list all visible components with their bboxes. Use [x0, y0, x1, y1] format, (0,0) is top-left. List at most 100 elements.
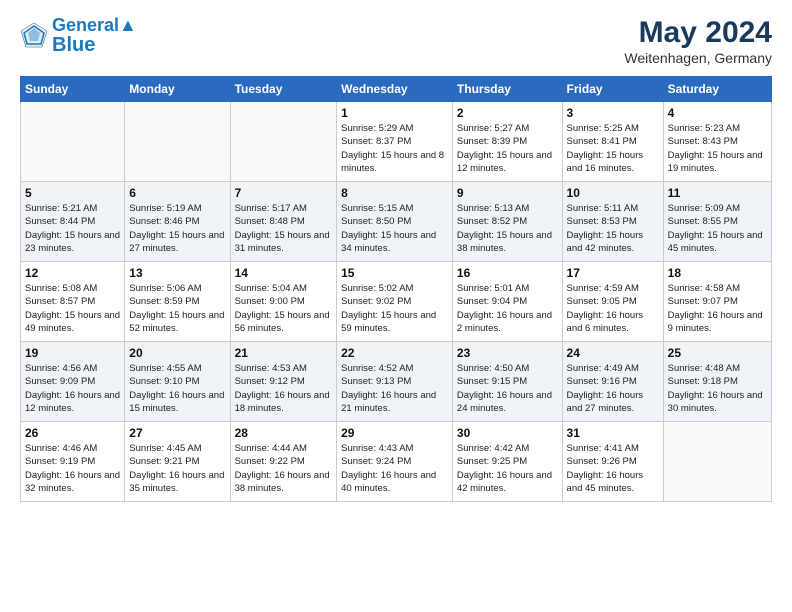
day-info: Sunrise: 5:17 AMSunset: 8:48 PMDaylight:… — [235, 202, 333, 255]
day-number: 19 — [25, 346, 120, 360]
page: General▲ Blue May 2024 Weitenhagen, Germ… — [0, 0, 792, 518]
day-number: 20 — [129, 346, 225, 360]
day-cell: 4 Sunrise: 5:23 AMSunset: 8:43 PMDaylight… — [663, 102, 771, 182]
day-cell: 19 Sunrise: 4:56 AMSunset: 9:09 PMDayligh… — [21, 342, 125, 422]
day-info: Sunrise: 4:44 AMSunset: 9:22 PMDaylight:… — [235, 442, 333, 495]
day-cell: 29 Sunrise: 4:43 AMSunset: 9:24 PMDayligh… — [337, 422, 453, 502]
day-info: Sunrise: 4:49 AMSunset: 9:16 PMDaylight:… — [567, 362, 659, 415]
day-number: 26 — [25, 426, 120, 440]
day-info: Sunrise: 5:11 AMSunset: 8:53 PMDaylight:… — [567, 202, 659, 255]
day-info: Sunrise: 5:21 AMSunset: 8:44 PMDaylight:… — [25, 202, 120, 255]
day-info: Sunrise: 4:55 AMSunset: 9:10 PMDaylight:… — [129, 362, 225, 415]
week-row-5: 26 Sunrise: 4:46 AMSunset: 9:19 PMDayligh… — [21, 422, 772, 502]
header-row: SundayMondayTuesdayWednesdayThursdayFrid… — [21, 77, 772, 102]
day-number: 3 — [567, 106, 659, 120]
day-number: 12 — [25, 266, 120, 280]
day-cell: 23 Sunrise: 4:50 AMSunset: 9:15 PMDayligh… — [452, 342, 562, 422]
subtitle: Weitenhagen, Germany — [624, 50, 772, 66]
day-info: Sunrise: 4:52 AMSunset: 9:13 PMDaylight:… — [341, 362, 448, 415]
main-title: May 2024 — [624, 16, 772, 50]
day-info: Sunrise: 4:46 AMSunset: 9:19 PMDaylight:… — [25, 442, 120, 495]
day-cell: 20 Sunrise: 4:55 AMSunset: 9:10 PMDayligh… — [125, 342, 230, 422]
title-block: May 2024 Weitenhagen, Germany — [624, 16, 772, 66]
day-cell: 22 Sunrise: 4:52 AMSunset: 9:13 PMDayligh… — [337, 342, 453, 422]
day-number: 30 — [457, 426, 558, 440]
logo-blue: Blue — [52, 34, 137, 56]
day-number: 29 — [341, 426, 448, 440]
day-number: 15 — [341, 266, 448, 280]
day-cell: 5 Sunrise: 5:21 AMSunset: 8:44 PMDaylight… — [21, 182, 125, 262]
day-info: Sunrise: 4:41 AMSunset: 9:26 PMDaylight:… — [567, 442, 659, 495]
day-info: Sunrise: 5:19 AMSunset: 8:46 PMDaylight:… — [129, 202, 225, 255]
day-number: 6 — [129, 186, 225, 200]
day-number: 10 — [567, 186, 659, 200]
day-info: Sunrise: 4:50 AMSunset: 9:15 PMDaylight:… — [457, 362, 558, 415]
day-cell: 17 Sunrise: 4:59 AMSunset: 9:05 PMDayligh… — [562, 262, 663, 342]
week-row-4: 19 Sunrise: 4:56 AMSunset: 9:09 PMDayligh… — [21, 342, 772, 422]
day-info: Sunrise: 4:42 AMSunset: 9:25 PMDaylight:… — [457, 442, 558, 495]
day-number: 24 — [567, 346, 659, 360]
day-number: 13 — [129, 266, 225, 280]
day-cell: 15 Sunrise: 5:02 AMSunset: 9:02 PMDayligh… — [337, 262, 453, 342]
week-row-1: 1 Sunrise: 5:29 AMSunset: 8:37 PMDaylight… — [21, 102, 772, 182]
day-info: Sunrise: 4:59 AMSunset: 9:05 PMDaylight:… — [567, 282, 659, 335]
day-info: Sunrise: 5:27 AMSunset: 8:39 PMDaylight:… — [457, 122, 558, 175]
day-cell: 21 Sunrise: 4:53 AMSunset: 9:12 PMDayligh… — [230, 342, 337, 422]
day-cell: 30 Sunrise: 4:42 AMSunset: 9:25 PMDayligh… — [452, 422, 562, 502]
day-cell: 14Sunrise: 5:04 AMSunset: 9:00 PMDayligh… — [230, 262, 337, 342]
day-number: 31 — [567, 426, 659, 440]
day-info: Sunrise: 5:23 AMSunset: 8:43 PMDaylight:… — [668, 122, 767, 175]
day-number: 17 — [567, 266, 659, 280]
day-number: 23 — [457, 346, 558, 360]
day-number: 8 — [341, 186, 448, 200]
day-number: 25 — [668, 346, 767, 360]
day-cell — [230, 102, 337, 182]
day-cell: 27Sunrise: 4:45 AMSunset: 9:21 PMDayligh… — [125, 422, 230, 502]
day-number: 5 — [25, 186, 120, 200]
day-number: 1 — [341, 106, 448, 120]
logo-separator: ▲ — [119, 15, 137, 35]
day-cell: 3 Sunrise: 5:25 AMSunset: 8:41 PMDaylight… — [562, 102, 663, 182]
header-cell-thursday: Thursday — [452, 77, 562, 102]
day-info: Sunrise: 5:09 AMSunset: 8:55 PMDaylight:… — [668, 202, 767, 255]
day-info: Sunrise: 4:56 AMSunset: 9:09 PMDaylight:… — [25, 362, 120, 415]
day-cell: 8 Sunrise: 5:15 AMSunset: 8:50 PMDaylight… — [337, 182, 453, 262]
day-number: 21 — [235, 346, 333, 360]
header-cell-sunday: Sunday — [21, 77, 125, 102]
day-cell: 24 Sunrise: 4:49 AMSunset: 9:16 PMDayligh… — [562, 342, 663, 422]
logo-general: General — [52, 15, 119, 35]
logo-icon — [20, 22, 48, 50]
header-cell-wednesday: Wednesday — [337, 77, 453, 102]
day-cell: 28Sunrise: 4:44 AMSunset: 9:22 PMDayligh… — [230, 422, 337, 502]
header-cell-friday: Friday — [562, 77, 663, 102]
day-cell: 18Sunrise: 4:58 AMSunset: 9:07 PMDayligh… — [663, 262, 771, 342]
day-cell — [125, 102, 230, 182]
day-number: 4 — [668, 106, 767, 120]
day-cell: 9Sunrise: 5:13 AMSunset: 8:52 PMDaylight… — [452, 182, 562, 262]
logo: General▲ Blue — [20, 16, 137, 56]
day-cell — [663, 422, 771, 502]
day-info: Sunrise: 5:29 AMSunset: 8:37 PMDaylight:… — [341, 122, 448, 175]
day-number: 14 — [235, 266, 333, 280]
day-info: Sunrise: 5:01 AMSunset: 9:04 PMDaylight:… — [457, 282, 558, 335]
calendar-table: SundayMondayTuesdayWednesdayThursdayFrid… — [20, 76, 772, 502]
day-cell — [21, 102, 125, 182]
day-info: Sunrise: 4:43 AMSunset: 9:24 PMDaylight:… — [341, 442, 448, 495]
day-number: 11 — [668, 186, 767, 200]
day-info: Sunrise: 5:25 AMSunset: 8:41 PMDaylight:… — [567, 122, 659, 175]
day-number: 27 — [129, 426, 225, 440]
day-info: Sunrise: 4:58 AMSunset: 9:07 PMDaylight:… — [668, 282, 767, 335]
header-cell-monday: Monday — [125, 77, 230, 102]
day-cell: 6 Sunrise: 5:19 AMSunset: 8:46 PMDaylight… — [125, 182, 230, 262]
header-cell-saturday: Saturday — [663, 77, 771, 102]
day-cell: 13 Sunrise: 5:06 AMSunset: 8:59 PMDayligh… — [125, 262, 230, 342]
day-info: Sunrise: 5:06 AMSunset: 8:59 PMDaylight:… — [129, 282, 225, 335]
day-number: 2 — [457, 106, 558, 120]
logo-text: General▲ Blue — [52, 16, 137, 56]
day-info: Sunrise: 5:02 AMSunset: 9:02 PMDaylight:… — [341, 282, 448, 335]
day-cell: 7Sunrise: 5:17 AMSunset: 8:48 PMDaylight… — [230, 182, 337, 262]
day-info: Sunrise: 5:15 AMSunset: 8:50 PMDaylight:… — [341, 202, 448, 255]
day-cell: 25Sunrise: 4:48 AMSunset: 9:18 PMDayligh… — [663, 342, 771, 422]
day-info: Sunrise: 4:53 AMSunset: 9:12 PMDaylight:… — [235, 362, 333, 415]
day-number: 22 — [341, 346, 448, 360]
